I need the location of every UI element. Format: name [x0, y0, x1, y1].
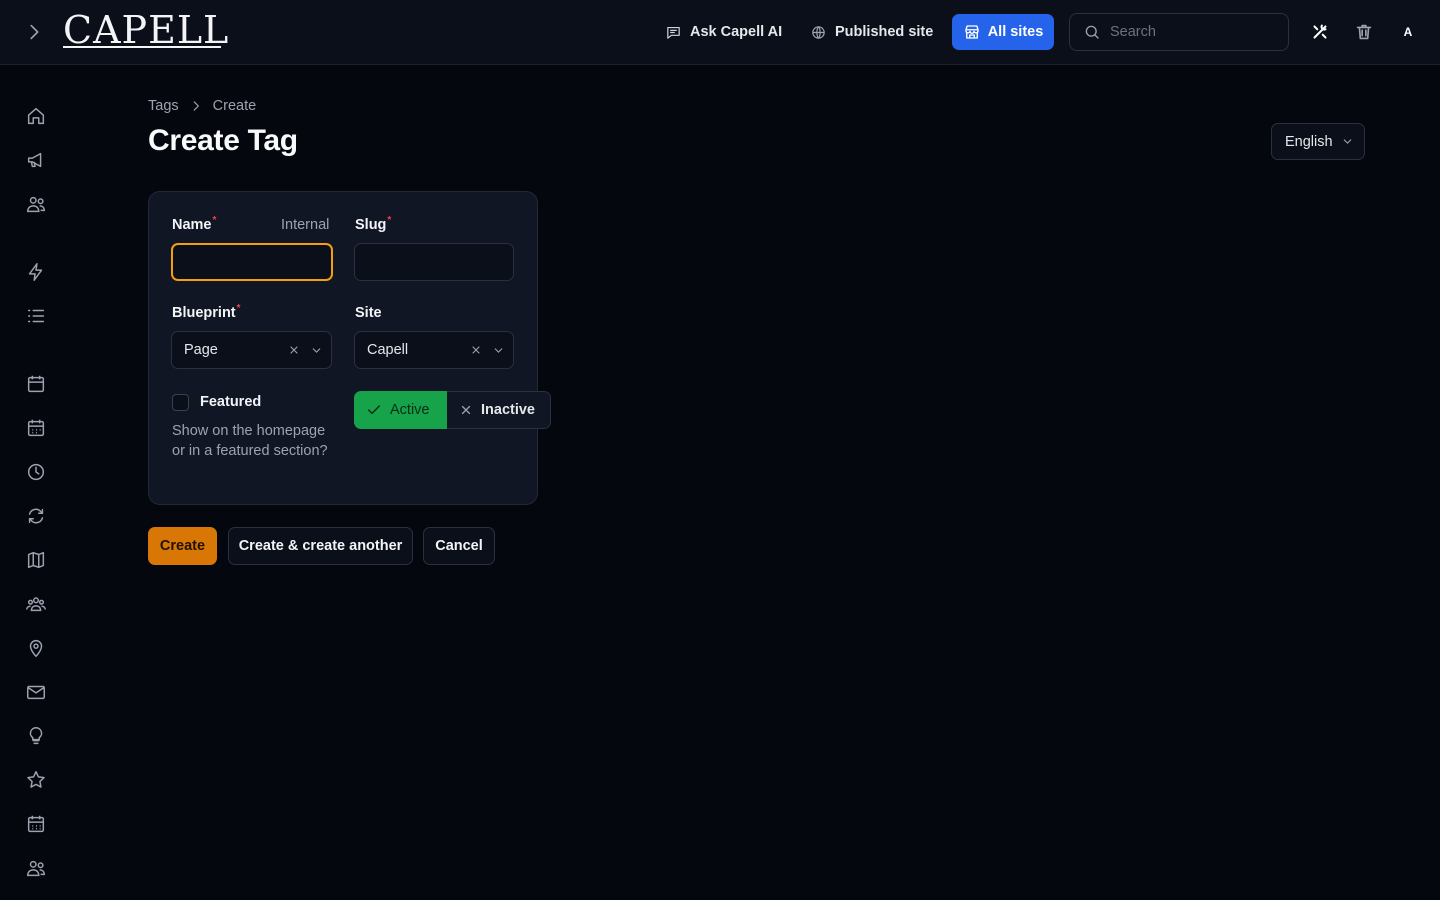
status-active-button[interactable]: Active	[354, 391, 448, 429]
megaphone-icon[interactable]	[24, 148, 48, 172]
blueprint-label: Blueprint*	[172, 303, 241, 321]
featured-help-text: Show on the homepage or in a featured se…	[172, 423, 328, 459]
status-inactive-button[interactable]: Inactive	[447, 391, 551, 429]
breadcrumb-tags-link[interactable]: Tags	[148, 98, 179, 114]
avatar[interactable]: A	[1396, 20, 1420, 44]
create-another-button[interactable]: Create & create another	[228, 527, 413, 565]
site-label: Site	[355, 305, 382, 321]
globe-icon	[812, 25, 825, 39]
search-icon	[1085, 25, 1099, 39]
blueprint-label-text: Blueprint	[172, 305, 236, 321]
user-group-icon[interactable]	[24, 592, 48, 616]
breadcrumb: Tags Create	[148, 97, 256, 115]
lightbulb-icon[interactable]	[24, 724, 48, 748]
breadcrumb-current: Create	[212, 98, 257, 114]
trash-icon[interactable]	[1352, 20, 1376, 44]
logo-underline	[63, 46, 221, 48]
featured-checkbox[interactable]	[172, 394, 189, 411]
clock-icon[interactable]	[24, 460, 48, 484]
map-pin-icon[interactable]	[24, 636, 48, 660]
search-box[interactable]	[1069, 13, 1289, 51]
mail-icon[interactable]	[24, 680, 48, 704]
name-field[interactable]	[171, 243, 333, 281]
star-icon[interactable]	[24, 768, 48, 792]
check-icon	[367, 405, 381, 415]
search-input[interactable]	[1110, 24, 1270, 40]
published-site-button[interactable]: Published site	[810, 14, 933, 50]
cancel-button[interactable]: Cancel	[423, 527, 495, 565]
chevron-right-icon	[193, 101, 199, 111]
top-bar: CAPELL Ask Capell AI Published site All …	[0, 0, 1440, 65]
chevron-down-icon	[1343, 139, 1351, 144]
blueprint-select[interactable]: Page	[171, 331, 332, 369]
chevron-down-icon[interactable]	[309, 343, 323, 357]
home-icon[interactable]	[24, 104, 48, 128]
locale-select[interactable]: English	[1271, 123, 1365, 160]
blueprint-value: Page	[184, 342, 218, 358]
required-marker: *	[236, 303, 241, 314]
calendar-days-icon[interactable]	[24, 416, 48, 440]
site-select[interactable]: Capell	[354, 331, 514, 369]
users-icon[interactable]	[24, 856, 48, 880]
chevron-down-icon[interactable]	[491, 343, 505, 357]
slug-label: Slug*	[355, 215, 392, 233]
name-hint: Internal	[281, 217, 330, 233]
storefront-icon	[965, 25, 979, 39]
name-label: Name*	[172, 215, 217, 233]
close-icon[interactable]	[287, 343, 301, 357]
chevron-right-icon[interactable]	[22, 20, 46, 44]
all-sites-label: All sites	[987, 24, 1044, 40]
bolt-icon[interactable]	[24, 260, 48, 284]
calendar-icon[interactable]	[24, 372, 48, 396]
refresh-icon[interactable]	[24, 504, 48, 528]
users-icon[interactable]	[24, 192, 48, 216]
locale-value: English	[1285, 133, 1333, 150]
list-icon[interactable]	[24, 304, 48, 328]
slug-label-text: Slug	[355, 217, 387, 233]
map-icon[interactable]	[24, 548, 48, 572]
chat-icon	[667, 26, 680, 39]
ask-ai-button[interactable]: Ask Capell AI	[665, 14, 782, 50]
page-title: Create Tag	[148, 124, 298, 157]
required-marker: *	[387, 215, 392, 226]
featured-label: Featured	[200, 394, 262, 410]
published-site-label: Published site	[835, 24, 934, 40]
ask-ai-label: Ask Capell AI	[690, 24, 783, 40]
slug-field[interactable]	[354, 243, 514, 281]
status-inactive-label: Inactive	[481, 402, 535, 418]
required-marker: *	[212, 215, 217, 226]
name-label-text: Name	[172, 217, 212, 233]
tools-icon[interactable]	[1308, 20, 1332, 44]
close-icon	[461, 405, 471, 415]
status-active-label: Active	[390, 402, 430, 418]
calendar-grid-icon[interactable]	[24, 812, 48, 836]
close-icon[interactable]	[469, 343, 483, 357]
site-value: Capell	[367, 342, 409, 358]
all-sites-button[interactable]: All sites	[952, 14, 1054, 50]
create-button[interactable]: Create	[148, 527, 217, 565]
